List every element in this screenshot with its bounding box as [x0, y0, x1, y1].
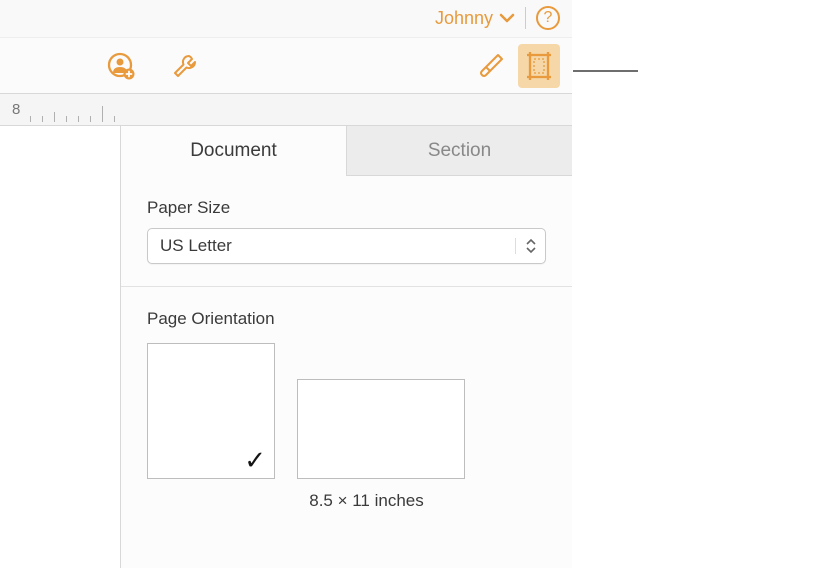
paintbrush-icon: [477, 52, 505, 80]
help-icon: ?: [544, 9, 553, 27]
chevron-down-icon: [499, 12, 515, 24]
callout-line: [573, 70, 638, 72]
collaborate-button[interactable]: [106, 51, 136, 81]
user-name-label: Johnny: [435, 8, 493, 29]
orientation-landscape[interactable]: [297, 379, 465, 479]
tools-button[interactable]: [170, 51, 200, 81]
user-menu[interactable]: Johnny: [435, 8, 515, 29]
document-frame-icon: [524, 51, 554, 81]
tab-document-label: Document: [190, 140, 277, 162]
paper-size-value: US Letter: [148, 236, 515, 256]
paper-size-label: Paper Size: [147, 198, 546, 218]
tab-section-label: Section: [428, 140, 491, 162]
inspector-panel: Document Section Paper Size US Letter Pa…: [120, 126, 572, 568]
document-page-edge: [0, 126, 120, 568]
wrench-icon: [171, 52, 199, 80]
page-dimensions: 8.5 × 11 inches: [147, 491, 546, 511]
inspector-tabs: Document Section: [121, 126, 572, 176]
checkmark-icon: ✓: [244, 445, 266, 476]
ruler: 8: [0, 94, 572, 126]
orientation-portrait[interactable]: ✓: [147, 343, 275, 479]
tab-section[interactable]: Section: [346, 126, 572, 176]
document-inspector-button[interactable]: [518, 44, 560, 88]
divider: [121, 286, 572, 287]
paper-size-dropdown[interactable]: US Letter: [147, 228, 546, 264]
page-orientation-label: Page Orientation: [147, 309, 546, 329]
toolbar: [0, 38, 572, 94]
tab-document[interactable]: Document: [121, 126, 346, 176]
ruler-ticks: [0, 102, 120, 122]
divider: [525, 7, 526, 29]
collaborate-icon: [106, 51, 136, 81]
stepper-arrows-icon: [515, 238, 545, 254]
help-button[interactable]: ?: [536, 6, 560, 30]
format-button[interactable]: [476, 51, 506, 81]
title-bar: Johnny ?: [0, 0, 572, 38]
